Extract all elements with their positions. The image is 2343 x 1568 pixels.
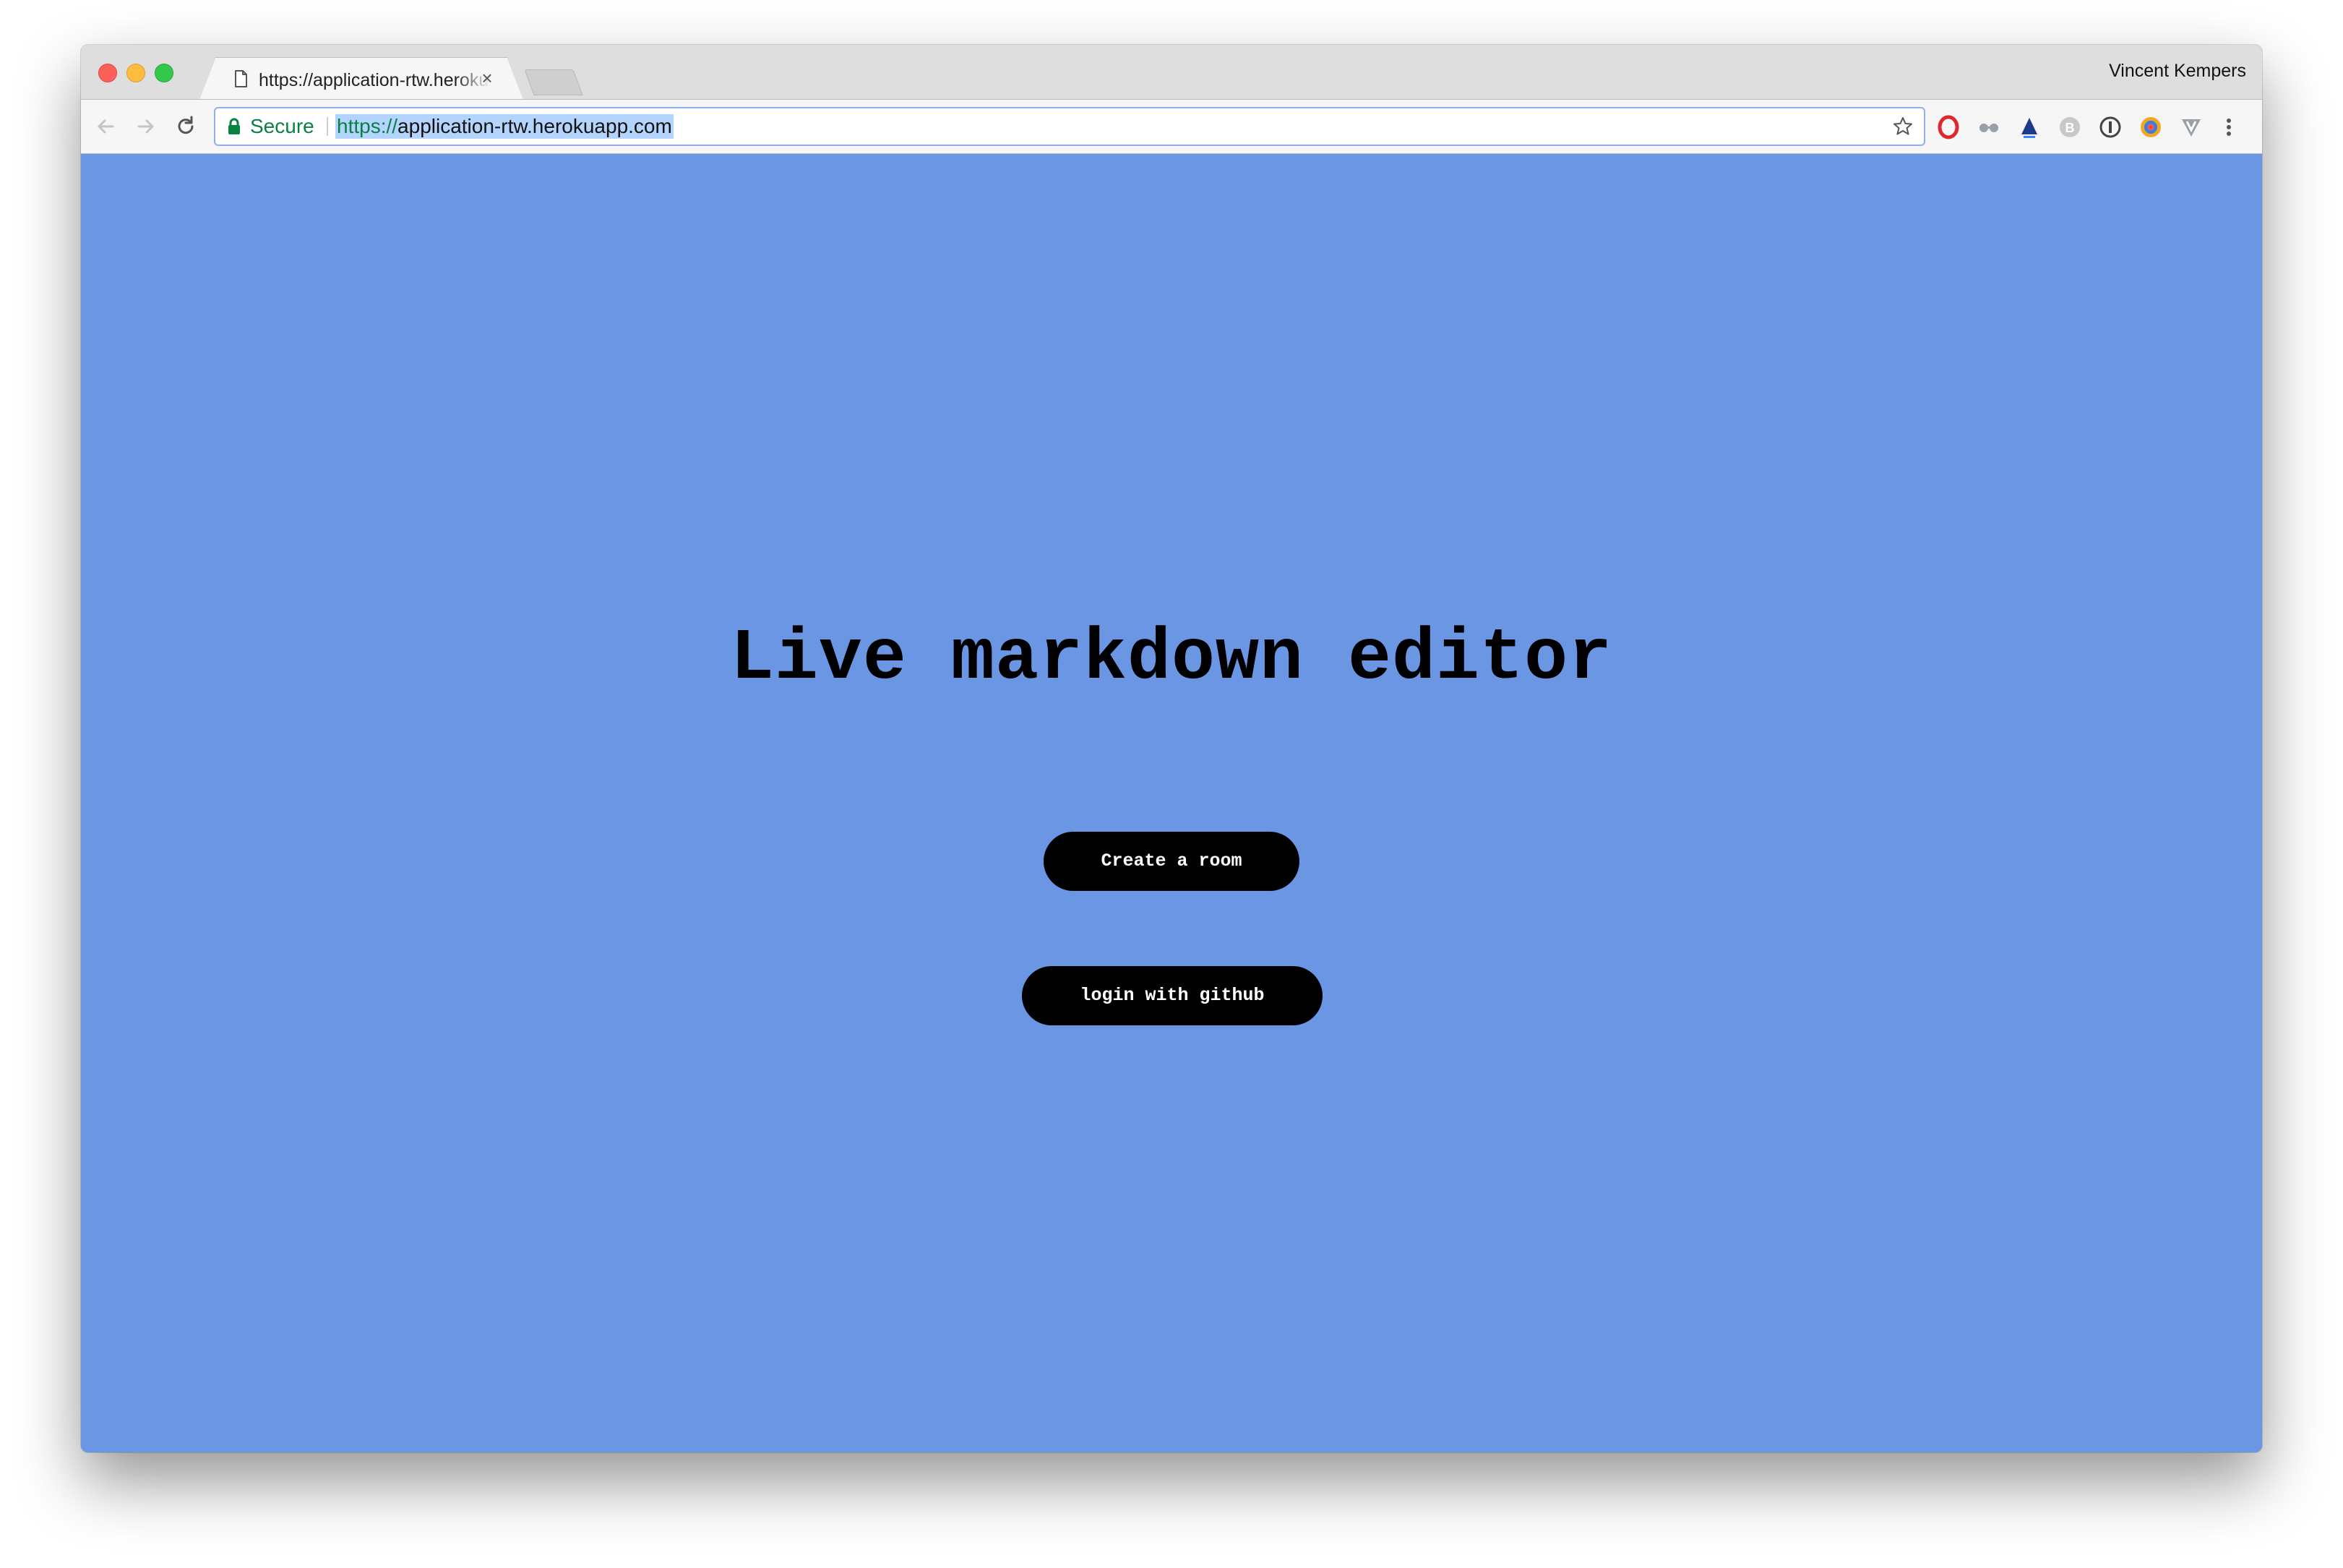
tab-bar: https://application-rtw.herokuapp.com × …	[81, 45, 2262, 99]
color-circle-icon[interactable]	[2138, 114, 2164, 140]
address-bar[interactable]: Secure https://application-rtw.herokuapp…	[214, 107, 1925, 146]
triangle-icon[interactable]	[2016, 114, 2042, 140]
profile-name[interactable]: Vincent Kempers	[2109, 61, 2246, 82]
minimize-window-button[interactable]	[126, 64, 145, 82]
menu-kebab-icon[interactable]	[2216, 114, 2242, 140]
page-icon	[231, 69, 250, 88]
lock-icon	[228, 118, 240, 134]
tab-title: https://application-rtw.herokuapp.com	[259, 70, 489, 90]
page-title: Live markdown editor	[730, 619, 1613, 700]
tab-close-icon[interactable]: ×	[476, 66, 499, 90]
browser-window: https://application-rtw.herokuapp.com × …	[81, 45, 2262, 1452]
url-text[interactable]: https://application-rtw.herokuapp.com	[335, 114, 674, 139]
url-scheme: https://	[337, 115, 398, 137]
opera-icon[interactable]	[1935, 114, 1961, 140]
forward-arrow-icon[interactable]	[132, 113, 159, 140]
omnibox-divider	[327, 117, 328, 136]
secure-label[interactable]: Secure	[250, 108, 314, 145]
login-github-button[interactable]: login with github	[1022, 966, 1323, 1025]
v-shield-icon[interactable]	[2178, 114, 2204, 140]
reload-icon[interactable]	[172, 113, 199, 140]
svg-text:B: B	[2065, 121, 2075, 135]
glasses-icon[interactable]	[1976, 114, 2002, 140]
close-window-button[interactable]	[98, 64, 117, 82]
back-arrow-icon[interactable]	[93, 113, 120, 140]
tab-active[interactable]: https://application-rtw.herokuapp.com ×	[199, 58, 523, 100]
info-circle-icon[interactable]	[2097, 114, 2123, 140]
browser-toolbar: Secure https://application-rtw.herokuapp…	[81, 99, 2262, 154]
maximize-window-button[interactable]	[155, 64, 173, 82]
url-host: application-rtw.herokuapp.com	[397, 115, 672, 137]
b-circle-icon[interactable]: B	[2057, 114, 2083, 140]
bookmark-star-icon[interactable]	[1892, 116, 1914, 137]
page-content: Live markdown editor Create a room login…	[81, 154, 2262, 1452]
new-tab-button[interactable]	[524, 69, 583, 95]
create-room-button[interactable]: Create a room	[1044, 832, 1299, 891]
